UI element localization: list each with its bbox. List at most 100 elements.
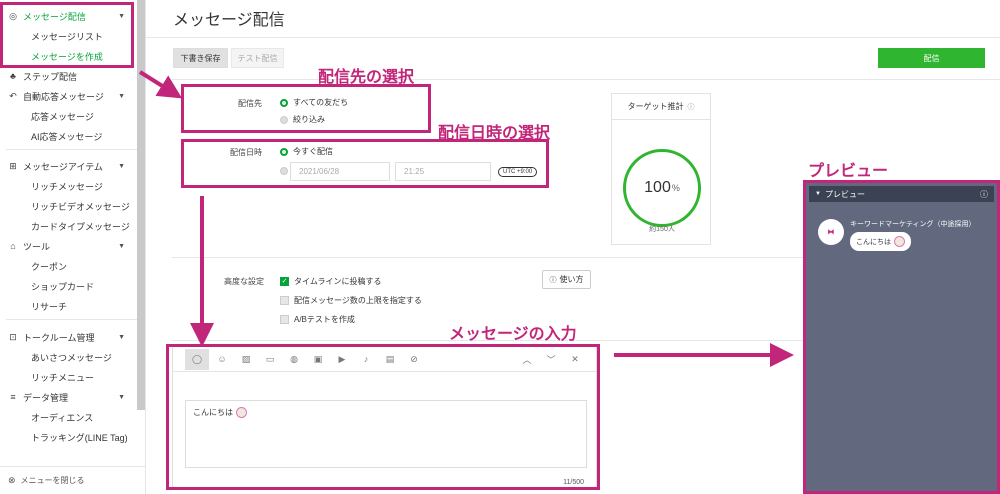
sidebar-item-tools[interactable]: ⌂ ツール ▼ <box>0 236 137 256</box>
sidebar-item-label: カードタイプメッセージ <box>31 221 130 232</box>
sidebar-item-label: 応答メッセージ <box>31 111 94 122</box>
test-send-button[interactable]: テスト配信 <box>231 48 284 68</box>
target-approx-count: 約150人 <box>649 226 675 233</box>
sidebar-item-message-items[interactable]: ⊞ メッセージアイテム ▼ <box>0 156 137 176</box>
tools-icon: ⌂ <box>10 241 16 251</box>
toolbar-divider <box>172 79 1000 80</box>
chevron-down-icon: ▼ <box>118 393 125 401</box>
sidebar-divider <box>6 319 137 320</box>
sidebar: ◎ メッセージ配信 ▼ メッセージリスト メッセージを作成 ♣ ステップ配信 ↶… <box>0 0 146 494</box>
preview-header[interactable]: ▼ プレビュー ⓘ <box>809 186 994 202</box>
chevron-down-icon: ▼ <box>118 242 125 250</box>
page-title: メッセージ配信 <box>173 12 285 29</box>
annotation-box-recipient <box>181 84 431 133</box>
avatar: ⧓ <box>818 219 844 245</box>
close-menu-label: メニューを閉じる <box>20 476 85 485</box>
auto-reply-icon: ↶ <box>9 90 17 101</box>
message-item-icon: ⊞ <box>9 160 17 171</box>
ab-test-checkbox[interactable]: A/Bテストを作成 <box>280 314 355 325</box>
sidebar-item-shop-card[interactable]: ショップカード <box>0 276 137 296</box>
chevron-down-icon: ▼ <box>118 333 125 341</box>
chevron-down-icon: ▼ <box>118 92 125 100</box>
sidebar-divider <box>6 149 137 150</box>
sidebar-item-auto-reply[interactable]: ↶ 自動応答メッセージ ▼ <box>0 86 137 106</box>
close-menu-button[interactable]: ⊗ メニューを閉じる <box>0 466 146 494</box>
sidebar-item-label: クーポン <box>31 261 68 272</box>
close-circle-icon: ⊗ <box>8 475 16 485</box>
preview-panel: ▼ プレビュー ⓘ ⧓ キーワードマーケティング（中途採用） こんにちは <box>803 180 1000 494</box>
sidebar-item-label: リッチメニュー <box>31 372 95 383</box>
preview-message-bubble: こんにちは <box>850 232 911 251</box>
annotation-box-message <box>166 344 600 490</box>
target-estimate-title: ターゲット推計 <box>627 102 684 111</box>
sidebar-item-label: リッチメッセージ <box>31 181 103 192</box>
header-divider <box>146 37 1000 38</box>
sidebar-item-research[interactable]: リサーチ <box>0 296 137 316</box>
sidebar-item-rich-menu[interactable]: リッチメニュー <box>0 367 137 387</box>
target-percent: 100 <box>644 179 671 196</box>
sidebar-item-tracking[interactable]: トラッキング(LINE Tag) <box>0 427 137 447</box>
keyword-logo-icon: ⧓ <box>827 229 835 236</box>
chevron-down-icon: ▼ <box>118 162 125 170</box>
sidebar-item-reply-message[interactable]: 応答メッセージ <box>0 106 137 126</box>
send-button[interactable]: 配信 <box>878 48 985 68</box>
limit-checkbox[interactable]: 配信メッセージ数の上限を指定する <box>280 295 422 306</box>
sidebar-item-label: 自動応答メッセージ <box>23 91 104 102</box>
sidebar-item-label: リサーチ <box>31 301 68 312</box>
checkbox-unchecked-icon <box>280 296 289 305</box>
emoji-icon <box>894 236 905 247</box>
target-percent-circle: 100 % <box>623 149 701 227</box>
chevron-down-icon: ▼ <box>815 191 821 197</box>
save-draft-button[interactable]: 下書き保存 <box>173 48 228 68</box>
sidebar-item-greeting[interactable]: あいさつメッセージ <box>0 347 137 367</box>
sidebar-item-label: オーディエンス <box>31 412 94 423</box>
target-estimate-panel: ターゲット推計 ⓘ 100 % 約150人 <box>611 93 711 245</box>
sidebar-item-label: ステップ配信 <box>23 71 78 82</box>
target-estimate-header: ターゲット推計 ⓘ <box>612 94 710 120</box>
sidebar-item-rich-video[interactable]: リッチビデオメッセージ <box>0 196 137 216</box>
usage-button[interactable]: ⓘ 使い方 <box>542 270 591 289</box>
sidebar-item-card-type[interactable]: カードタイプメッセージ <box>0 216 137 236</box>
sidebar-item-label: ツール <box>23 241 51 252</box>
annotation-box-schedule <box>181 139 549 188</box>
sidebar-item-label: ショップカード <box>31 281 95 292</box>
info-icon[interactable]: ⓘ <box>980 189 988 200</box>
checkbox-label: タイムラインに投稿する <box>294 277 382 286</box>
step-icon: ♣ <box>10 71 16 81</box>
sidebar-item-label: メッセージアイテム <box>23 161 103 172</box>
annotation-schedule: 配信日時の選択 <box>438 125 551 142</box>
sidebar-item-label: AI応答メッセージ <box>31 131 103 142</box>
preview-message-text: こんにちは <box>856 238 891 246</box>
sidebar-item-talkroom[interactable]: ⊡ トークルーム管理 ▼ <box>0 327 137 347</box>
preview-account-name: キーワードマーケティング（中途採用） <box>850 221 976 228</box>
sidebar-item-step[interactable]: ♣ ステップ配信 <box>0 66 137 86</box>
checkbox-label: 配信メッセージ数の上限を指定する <box>294 296 422 305</box>
sidebar-item-label: あいさつメッセージ <box>31 352 112 363</box>
database-icon: ≡ <box>10 392 16 402</box>
sidebar-item-coupon[interactable]: クーポン <box>0 256 137 276</box>
sidebar-item-audience[interactable]: オーディエンス <box>0 407 137 427</box>
sidebar-item-data[interactable]: ≡ データ管理 ▼ <box>0 387 137 407</box>
annotation-preview: プレビュー <box>808 163 889 180</box>
sidebar-item-label: リッチビデオメッセージ <box>31 201 130 212</box>
sidebar-item-label: トークルーム管理 <box>23 332 95 343</box>
checkbox-checked-icon: ✓ <box>280 277 289 286</box>
advanced-label: 高度な設定 <box>224 277 264 286</box>
sidebar-item-label: トラッキング(LINE Tag) <box>31 432 128 443</box>
sidebar-item-rich-message[interactable]: リッチメッセージ <box>0 176 137 196</box>
annotation-box-sidebar <box>0 2 134 68</box>
checkbox-unchecked-icon <box>280 315 289 324</box>
timeline-checkbox[interactable]: ✓ タイムラインに投稿する <box>280 276 381 287</box>
sidebar-scrollbar[interactable] <box>137 0 145 410</box>
preview-title: プレビュー <box>824 189 865 199</box>
talkroom-icon: ⊡ <box>9 331 17 342</box>
annotation-message: メッセージの入力 <box>449 326 577 343</box>
info-icon[interactable]: ⓘ <box>688 102 695 112</box>
annotation-recipient: 配信先の選択 <box>318 69 415 86</box>
sidebar-item-label: データ管理 <box>23 392 69 403</box>
checkbox-label: A/Bテストを作成 <box>294 315 355 324</box>
info-icon: ⓘ <box>549 276 557 284</box>
sidebar-item-ai-reply[interactable]: AI応答メッセージ <box>0 126 137 146</box>
usage-label: 使い方 <box>559 275 584 284</box>
target-percent-unit: % <box>671 183 680 193</box>
